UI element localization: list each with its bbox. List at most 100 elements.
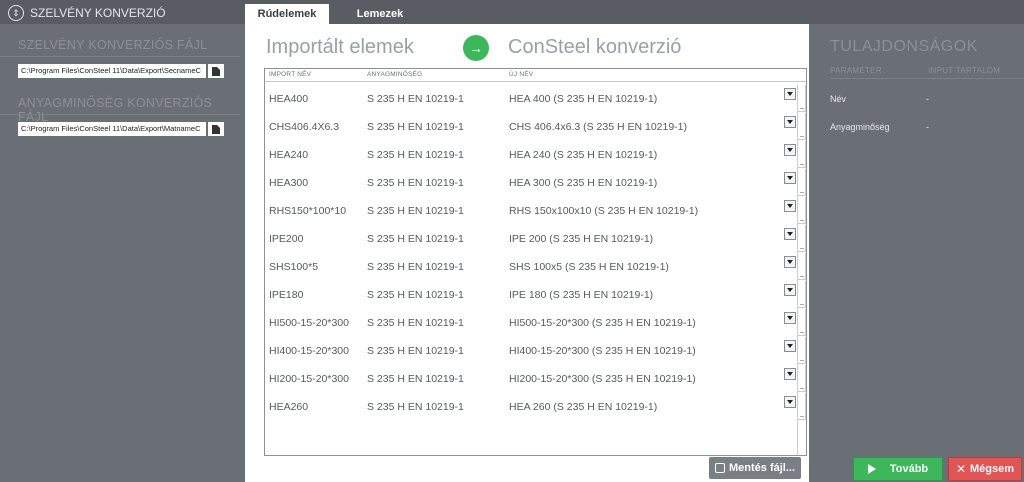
property-label-name: Név: [830, 94, 847, 104]
table-row[interactable]: HEA400 S 235 H EN 10219-1 HEA 400 (S 235…: [265, 85, 796, 113]
row-handle[interactable]: [798, 225, 806, 252]
cell-material: S 235 H EN 10219-1: [367, 93, 464, 105]
row-dropdown-button[interactable]: [784, 88, 796, 100]
imported-elements-title: Importált elemek: [266, 36, 414, 58]
row-handle-column[interactable]: [797, 85, 806, 455]
cell-new-name: IPE 180 (S 235 H EN 10219-1): [509, 289, 654, 301]
cell-new-name: HEA 300 (S 235 H EN 10219-1): [509, 177, 658, 189]
file-icon: [212, 124, 220, 134]
conversion-header: Importált elemek → ConSteel konverzió: [245, 24, 809, 68]
browse-material-file-button[interactable]: [208, 122, 224, 136]
save-icon: [714, 463, 725, 473]
column-header-import-name: IMPORT NÉV: [269, 71, 312, 78]
table-row[interactable]: HI400-15-20*300 S 235 H EN 10219-1 HI400…: [265, 337, 796, 365]
table-row[interactable]: IPE200 S 235 H EN 10219-1 IPE 200 (S 235…: [265, 225, 796, 253]
row-handle[interactable]: [798, 309, 806, 336]
row-dropdown-button[interactable]: [784, 228, 796, 240]
cell-import-name: HEA240: [269, 149, 309, 161]
save-file-label: Mentés fájl...: [728, 462, 796, 474]
table-row[interactable]: HEA300 S 235 H EN 10219-1 HEA 300 (S 235…: [265, 169, 796, 197]
cancel-button[interactable]: ✕ Mégsem: [948, 457, 1022, 481]
cell-import-name: HI200-15-20*300: [269, 373, 349, 385]
table-row[interactable]: IPE180 S 235 H EN 10219-1 IPE 180 (S 235…: [265, 281, 796, 309]
conversion-panel: Importált elemek → ConSteel konverzió IM…: [245, 24, 809, 482]
column-header-new-name: ÚJ NÉV: [509, 71, 534, 78]
row-dropdown-button[interactable]: [784, 312, 796, 324]
material-file-path-input[interactable]: C:\Program Files\ConSteel 11\Data\Export…: [18, 122, 206, 136]
cell-new-name: RHS 150x100x10 (S 235 H EN 10219-1): [509, 205, 699, 217]
consteel-conversion-title: ConSteel konverzió: [508, 36, 682, 58]
cell-material: S 235 H EN 10219-1: [367, 317, 464, 329]
cell-new-name: HEA 400 (S 235 H EN 10219-1): [509, 93, 658, 105]
row-handle[interactable]: [798, 393, 806, 420]
row-dropdown-button[interactable]: [784, 284, 796, 296]
tab-rudelemek[interactable]: Rúdelemek: [245, 4, 329, 24]
cell-new-name: CHS 406.4x6.3 (S 235 H EN 10219-1): [509, 121, 688, 133]
cell-import-name: IPE200: [269, 233, 304, 245]
row-dropdown-button[interactable]: [784, 116, 796, 128]
cell-import-name: RHS150*100*10: [269, 205, 347, 217]
row-handle[interactable]: [798, 365, 806, 392]
properties-panel: TULAJDONSÁGOK PARAMÉTER INPUT TARTALOM N…: [815, 24, 1024, 482]
cell-new-name: IPE 200 (S 235 H EN 10219-1): [509, 233, 654, 245]
cell-material: S 235 H EN 10219-1: [367, 261, 464, 273]
row-handle[interactable]: [798, 85, 806, 112]
divider: [830, 78, 1024, 79]
property-value-name[interactable]: -: [926, 94, 929, 104]
cell-new-name: HI400-15-20*300 (S 235 H EN 10219-1): [509, 345, 696, 357]
table-row[interactable]: HI200-15-20*300 S 235 H EN 10219-1 HI200…: [265, 365, 796, 393]
table-row[interactable]: SHS100*5 S 235 H EN 10219-1 SHS 100x5 (S…: [265, 253, 796, 281]
table-row[interactable]: HEA260 S 235 H EN 10219-1 HEA 260 (S 235…: [265, 393, 796, 421]
cell-material: S 235 H EN 10219-1: [367, 233, 464, 245]
table-row[interactable]: CHS406.4X6.3 S 235 H EN 10219-1 CHS 406.…: [265, 113, 796, 141]
table-row[interactable]: HI500-15-20*300 S 235 H EN 10219-1 HI500…: [265, 309, 796, 337]
property-label-material: Anyagminőség: [830, 122, 890, 132]
divider: [0, 114, 240, 115]
row-dropdown-button[interactable]: [784, 368, 796, 380]
row-handle[interactable]: [798, 281, 806, 308]
row-handle[interactable]: [798, 253, 806, 280]
profile-file-path-input[interactable]: C:\Program Files\ConSteel 11\Data\Export…: [18, 64, 206, 78]
row-handle[interactable]: [798, 141, 806, 168]
cell-material: S 235 H EN 10219-1: [367, 289, 464, 301]
cell-import-name: HEA300: [269, 177, 309, 189]
next-label: Tovább: [889, 463, 929, 475]
cell-new-name: SHS 100x5 (S 235 H EN 10219-1): [509, 261, 669, 273]
properties-title: TULAJDONSÁGOK: [830, 38, 978, 55]
table-row[interactable]: HEA240 S 235 H EN 10219-1 HEA 240 (S 235…: [265, 141, 796, 169]
cell-import-name: HEA400: [269, 93, 309, 105]
next-button[interactable]: Tovább: [853, 457, 943, 481]
row-dropdown-button[interactable]: [784, 340, 796, 352]
row-handle[interactable]: [798, 337, 806, 364]
close-icon: ✕: [955, 462, 967, 476]
cell-new-name: HEA 260 (S 235 H EN 10219-1): [509, 401, 658, 413]
row-dropdown-button[interactable]: [784, 256, 796, 268]
row-dropdown-button[interactable]: [784, 200, 796, 212]
section-title-material-file: ANYAGMINŐSÉG KONVERZIÓS FÁJL: [18, 96, 213, 124]
column-header-input-content: INPUT TARTALOM: [928, 66, 1001, 75]
save-file-button[interactable]: Mentés fájl...: [709, 457, 801, 479]
file-icon: [212, 66, 220, 76]
cell-import-name: HI400-15-20*300: [269, 345, 349, 357]
property-value-material[interactable]: -: [926, 122, 929, 132]
cell-import-name: IPE180: [269, 289, 304, 301]
cell-material: S 235 H EN 10219-1: [367, 121, 464, 133]
row-handle[interactable]: [798, 197, 806, 224]
row-dropdown-button[interactable]: [784, 172, 796, 184]
cancel-label: Mégsem: [970, 463, 1015, 475]
row-dropdown-button[interactable]: [784, 144, 796, 156]
cell-material: S 235 H EN 10219-1: [367, 149, 464, 161]
header-divider: [265, 81, 806, 82]
browse-profile-file-button[interactable]: [208, 64, 224, 78]
tab-lemezek[interactable]: Lemezek: [340, 4, 420, 24]
title-bar: ⇕ SZELVÉNY KONVERZIÓ Rúdelemek Lemezek: [0, 0, 1024, 24]
row-dropdown-button[interactable]: [784, 396, 796, 408]
convert-arrow-icon[interactable]: →: [463, 35, 489, 61]
row-handle[interactable]: [798, 113, 806, 140]
table-row[interactable]: RHS150*100*10 S 235 H EN 10219-1 RHS 150…: [265, 197, 796, 225]
row-handle[interactable]: [798, 169, 806, 196]
sort-circle-icon: ⇕: [8, 5, 24, 21]
cell-import-name: HI500-15-20*300: [269, 317, 349, 329]
cell-material: S 235 H EN 10219-1: [367, 177, 464, 189]
app-title-text: SZELVÉNY KONVERZIÓ: [30, 6, 166, 20]
